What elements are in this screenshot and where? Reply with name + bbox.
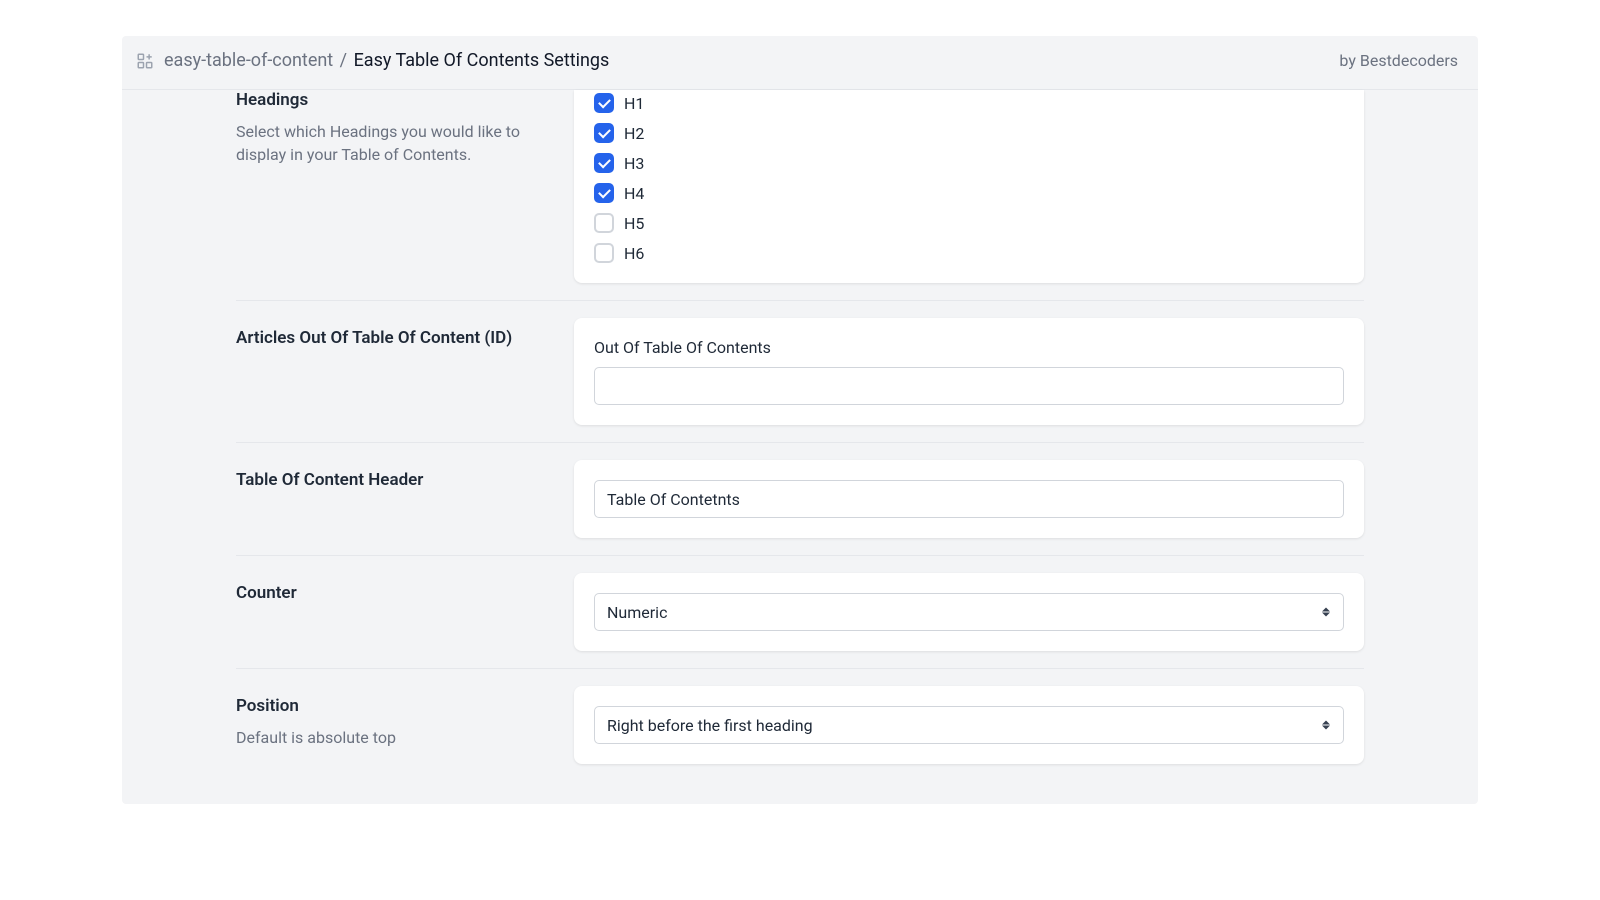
setting-title-headings: Headings xyxy=(236,90,574,110)
checkbox-h6[interactable] xyxy=(594,243,614,263)
byline-author[interactable]: Bestdecoders xyxy=(1360,51,1458,70)
counter-select[interactable]: Numeric xyxy=(594,593,1344,631)
checkbox-label: H4 xyxy=(624,184,644,203)
setting-row-toc-header: Table Of Content Header xyxy=(236,443,1364,556)
setting-desc-headings: Select which Headings you would like to … xyxy=(236,120,574,166)
checkbox-item-h1: H1 xyxy=(594,93,1344,113)
checkbox-h3[interactable] xyxy=(594,153,614,173)
setting-row-position: Position Default is absolute top Right b… xyxy=(236,669,1364,804)
position-select[interactable]: Right before the first heading xyxy=(594,706,1344,744)
checkbox-label: H5 xyxy=(624,214,644,233)
checkbox-label: H1 xyxy=(624,94,644,113)
setting-row-headings: Headings Select which Headings you would… xyxy=(236,90,1364,301)
checkbox-h1[interactable] xyxy=(594,93,614,113)
setting-title-toc-header: Table Of Content Header xyxy=(236,470,574,490)
toc-header-input[interactable] xyxy=(594,480,1344,518)
checkbox-item-h6: H6 xyxy=(594,243,1344,263)
setting-desc-position: Default is absolute top xyxy=(236,726,574,749)
articles-out-input[interactable] xyxy=(594,367,1344,405)
checkbox-item-h4: H4 xyxy=(594,183,1344,203)
breadcrumb: easy-table-of-content / Easy Table Of Co… xyxy=(164,50,609,71)
checkbox-h4[interactable] xyxy=(594,183,614,203)
checkbox-label: H6 xyxy=(624,244,644,263)
checkbox-label: H2 xyxy=(624,124,644,143)
field-label-out-of-toc: Out Of Table Of Contents xyxy=(594,338,1344,357)
checkbox-h5[interactable] xyxy=(594,213,614,233)
header-bar: easy-table-of-content / Easy Table Of Co… xyxy=(122,36,1478,90)
breadcrumb-slug[interactable]: easy-table-of-content xyxy=(164,50,333,71)
setting-title-position: Position xyxy=(236,696,574,716)
byline: by Bestdecoders xyxy=(1339,51,1458,70)
breadcrumb-current: Easy Table Of Contents Settings xyxy=(354,50,610,71)
setting-title-articles-out: Articles Out Of Table Of Content (ID) xyxy=(236,328,574,348)
checkbox-item-h2: H2 xyxy=(594,123,1344,143)
setting-title-counter: Counter xyxy=(236,583,574,603)
headings-checkbox-list: H1 H2 H3 H4 H5 H6 xyxy=(594,93,1344,263)
checkbox-label: H3 xyxy=(624,154,644,173)
plugin-icon xyxy=(136,52,154,70)
setting-row-articles-out: Articles Out Of Table Of Content (ID) Ou… xyxy=(236,301,1364,443)
setting-row-counter: Counter Numeric xyxy=(236,556,1364,669)
checkbox-item-h3: H3 xyxy=(594,153,1344,173)
checkbox-item-h5: H5 xyxy=(594,213,1344,233)
checkbox-h2[interactable] xyxy=(594,123,614,143)
